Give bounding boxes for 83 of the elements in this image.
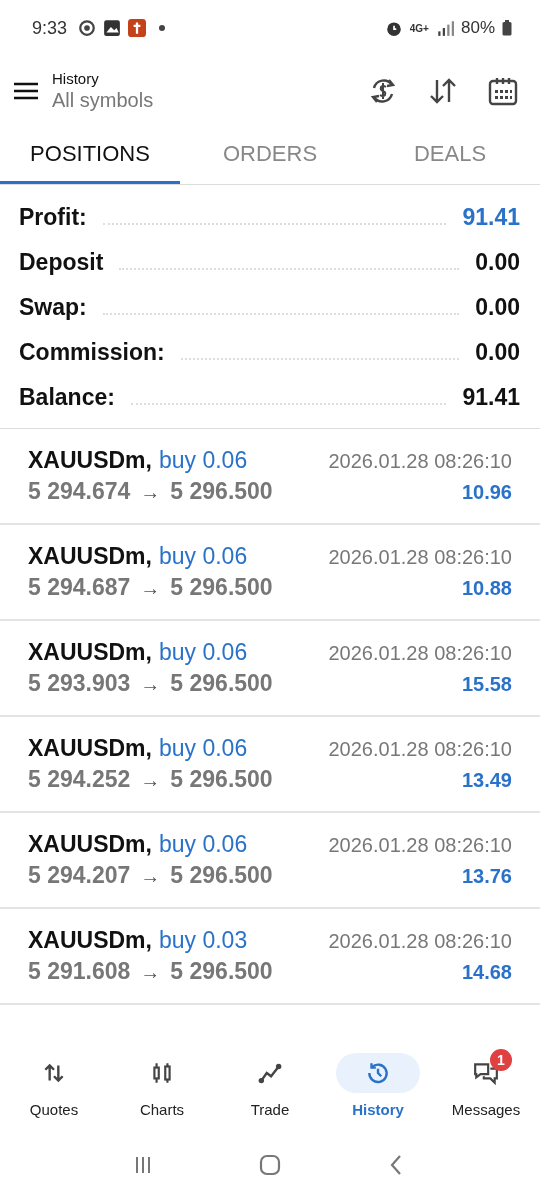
trade-side-volume: buy 0.06 [158,639,248,666]
cross-app-icon [128,19,147,37]
symbol-name: XAUUSDm, [28,735,152,762]
summary-value: 91.41 [462,203,520,232]
arrow-glyph: → [140,481,161,504]
close-price: 5 296.500 [170,766,273,793]
symbol-name: XAUUSDm, [28,927,152,954]
profit-value: 10.88 [461,577,512,600]
summary-value: 91.41 [462,383,520,412]
summary-label: Swap: [19,293,87,322]
tab[interactable]: DEALS [360,126,540,184]
trade-side-volume: buy 0.06 [158,447,248,474]
arrow-glyph: → [140,865,161,888]
menu-icon[interactable] [14,82,38,100]
position-row[interactable]: XAUUSDm, buy 0.06 2026.01.28 08:26:10 5 294.687 → 5 296.500 10.88 [0,525,540,621]
tab[interactable]: POSITIONS [0,126,180,184]
summary-label: Commission: [19,338,165,367]
tab[interactable]: ORDERS [180,126,360,184]
profit-value: 15.58 [461,673,512,696]
summary-label: Profit: [19,203,87,232]
image-icon [103,19,122,37]
arrow-glyph: → [140,577,161,600]
symbol-name: XAUUSDm, [28,543,152,570]
calendar-icon[interactable] [488,76,518,106]
open-price: 5 293.903 [28,670,131,697]
close-price: 5 296.500 [170,670,273,697]
battery-percent: 80% [460,18,495,38]
screen-title: History [52,70,100,87]
symbol-name: XAUUSDm, [28,831,152,858]
arrow-glyph: → [140,961,161,984]
profit-value: 13.76 [461,865,512,888]
sort-icon[interactable] [428,76,458,106]
open-price: 5 294.252 [28,766,131,793]
battery-icon [502,20,512,36]
position-row[interactable]: XAUUSDm, buy 0.06 2026.01.28 08:26:10 5 294.207 → 5 296.500 13.76 [0,813,540,909]
close-price: 5 296.500 [170,862,273,889]
arrow-glyph: → [140,769,161,792]
summary-label: Deposit [19,248,104,277]
summary-value: 0.00 [475,293,520,322]
nav-tab[interactable]: Trade [216,1052,324,1118]
position-row[interactable]: XAUUSDm, buy 0.03 2026.01.28 08:26:10 5 291.608 → 5 296.500 14.68 [0,909,540,1005]
open-price: 5 294.687 [28,574,131,601]
arrow-glyph: → [140,673,161,696]
trade-time: 2026.01.28 08:26:10 [328,546,512,569]
target-icon [78,19,97,37]
signal-icon [435,19,454,37]
dot-icon [159,25,166,31]
trade-side-volume: buy 0.06 [158,831,248,858]
trade-time: 2026.01.28 08:26:10 [328,834,512,857]
nav-tab[interactable]: History [324,1052,432,1118]
trade-side-volume: buy 0.06 [158,735,248,762]
trade-time: 2026.01.28 08:26:10 [328,642,512,665]
summary-value: 0.00 [475,248,520,277]
symbol-filter[interactable]: All symbols [52,89,154,112]
trade-time: 2026.01.28 08:26:10 [328,738,512,761]
unread-badge: 1 [490,1048,512,1071]
profit-value: 13.49 [461,769,512,792]
network-type: 4G+ [409,22,429,34]
profit-value: 14.68 [461,961,512,984]
trade-side-volume: buy 0.03 [158,927,248,954]
nav-tab[interactable]: Charts [108,1052,216,1118]
alarm-icon [384,19,403,37]
position-row[interactable]: XAUUSDm, buy 0.06 2026.01.28 08:26:10 5 294.252 → 5 296.500 13.49 [0,717,540,813]
close-price: 5 296.500 [170,958,273,985]
currency-refresh-icon[interactable] [368,76,398,106]
summary-label: Balance: [19,383,115,412]
trade-time: 2026.01.28 08:26:10 [328,450,512,473]
trade-side-volume: buy 0.06 [158,543,248,570]
trade-time: 2026.01.28 08:26:10 [328,930,512,953]
close-price: 5 296.500 [170,478,273,505]
position-row[interactable]: XAUUSDm, buy 0.06 2026.01.28 08:26:10 5 294.674 → 5 296.500 10.96 [0,429,540,525]
close-price: 5 296.500 [170,574,273,601]
home-icon[interactable] [258,1153,282,1177]
open-price: 5 291.608 [28,958,131,985]
open-price: 5 294.674 [28,478,131,505]
symbol-name: XAUUSDm, [28,639,152,666]
open-price: 5 294.207 [28,862,131,889]
status-time: 9:33 [32,17,68,39]
summary-value: 0.00 [475,338,520,367]
nav-tab[interactable]: Quotes [0,1052,108,1118]
profit-value: 10.96 [461,481,512,504]
position-row[interactable]: XAUUSDm, buy 0.06 2026.01.28 08:26:10 5 293.903 → 5 296.500 15.58 [0,621,540,717]
symbol-name: XAUUSDm, [28,447,152,474]
